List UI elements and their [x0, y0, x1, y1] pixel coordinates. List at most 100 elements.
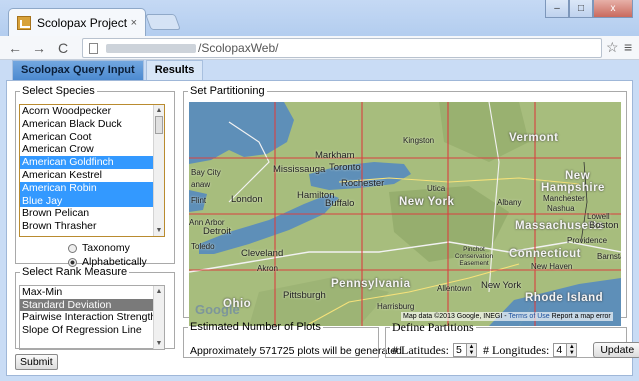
- map-label: Mississauga: [273, 164, 326, 175]
- query-input-panel: Select Species Acorn Woodpecker American…: [6, 80, 639, 376]
- map-label: Kingston: [403, 136, 435, 145]
- set-partitioning-legend: Set Partitioning: [190, 85, 265, 97]
- species-item[interactable]: American Crow: [20, 143, 164, 156]
- map-label: London: [231, 194, 263, 205]
- sort-taxonomy-option[interactable]: Taxonomy: [68, 242, 130, 254]
- map-label: Providence: [567, 236, 608, 245]
- latitudes-stepper-arrows-icon[interactable]: ▲ ▼: [467, 343, 477, 357]
- species-scrollbar[interactable]: ▲ ▼: [153, 105, 164, 236]
- map-label: Boston: [589, 220, 619, 231]
- map-label: Utica: [427, 184, 446, 193]
- tab-results[interactable]: Results: [145, 60, 204, 80]
- page-icon: [89, 42, 98, 54]
- select-species-group: Select Species Acorn Woodpecker American…: [15, 85, 175, 268]
- map-label: Markham: [315, 150, 355, 161]
- browser-tab[interactable]: Scolopax Project ×: [8, 8, 146, 36]
- longitudes-value[interactable]: 4: [553, 343, 568, 357]
- estimated-plots-text: Approximately 571725 plots will be gener…: [190, 345, 402, 357]
- map-label: Akron: [257, 264, 278, 273]
- map-label: Hampshire: [541, 182, 605, 194]
- species-item[interactable]: American Robin: [20, 181, 164, 195]
- taxonomy-radio[interactable]: [68, 243, 77, 253]
- map-label: Buffalo: [325, 198, 355, 209]
- bookmark-star-icon[interactable]: ☆: [606, 39, 619, 56]
- terms-of-use-link[interactable]: Terms of Use: [508, 313, 549, 320]
- reload-icon[interactable]: C: [54, 39, 72, 57]
- minimize-button[interactable]: –: [545, 0, 569, 18]
- browser-toolbar: ← → C /ScolopaxWeb/ ☆ ≡: [0, 36, 639, 60]
- map-label: Flint: [191, 196, 207, 205]
- map-label: Bay City: [191, 168, 221, 177]
- tab-query-input[interactable]: Scolopax Query Input: [12, 60, 144, 80]
- address-path: /ScolopaxWeb/: [198, 41, 279, 55]
- taxonomy-label: Taxonomy: [82, 242, 130, 254]
- species-item[interactable]: American Coot: [20, 131, 164, 144]
- attribution-text: Map data ©2013 Google, INEGI -: [403, 313, 509, 320]
- map-label: Rochester: [341, 178, 385, 189]
- menu-icon[interactable]: ≡: [624, 39, 632, 55]
- map-label: Manchester: [543, 194, 585, 203]
- back-arrow-icon[interactable]: ←: [6, 39, 24, 57]
- select-species-legend: Select Species: [22, 85, 95, 97]
- scroll-up-icon[interactable]: ▲: [154, 286, 164, 297]
- scroll-down-icon[interactable]: ▼: [154, 338, 164, 349]
- map-label: Albany: [497, 198, 522, 207]
- longitudes-stepper[interactable]: 4 ▲ ▼: [553, 343, 578, 357]
- species-item[interactable]: Acorn Woodpecker: [20, 105, 164, 118]
- update-button[interactable]: Update: [593, 342, 639, 358]
- map-label: New Haven: [531, 262, 573, 271]
- rank-item[interactable]: Slope Of Regression Line: [20, 324, 164, 337]
- species-item[interactable]: American Kestrel: [20, 169, 164, 182]
- map-label: Pinchot Conservation Easement: [454, 246, 494, 267]
- map-label: Barnstab: [597, 252, 621, 261]
- define-partitions-legend: Define Partitions: [392, 320, 474, 334]
- map-label: Rhode Island: [525, 292, 604, 304]
- scroll-thumb[interactable]: [155, 116, 163, 134]
- map-label: New York: [399, 196, 455, 208]
- new-tab-button[interactable]: [145, 14, 181, 30]
- rank-item[interactable]: Max-Min: [20, 286, 164, 299]
- map-label: Pennsylvania: [331, 278, 411, 290]
- rank-item[interactable]: Pairwise Interaction Strength: [20, 311, 164, 324]
- map-label: Toledo: [191, 242, 215, 251]
- close-tab-icon[interactable]: ×: [131, 17, 137, 29]
- window-controls: – □ x: [545, 0, 633, 18]
- set-partitioning-group: Set Partitioning Kingston Vermont Markha…: [183, 85, 627, 326]
- map-label: Harrisburg: [377, 302, 415, 311]
- species-item[interactable]: American Black Duck: [20, 118, 164, 131]
- report-map-error-link[interactable]: Report a map error: [552, 313, 611, 320]
- map-label: Pittsburgh: [283, 290, 326, 301]
- select-rank-measure-group: Select Rank Measure Max-Min Standard Dev…: [15, 267, 175, 350]
- window-close-button[interactable]: x: [593, 0, 633, 18]
- map-label: Detroit: [203, 226, 231, 237]
- scroll-up-icon[interactable]: ▲: [154, 105, 164, 116]
- map-label: New York: [481, 280, 522, 291]
- define-partitions-group: Define Partitions # Latitudes: 5 ▲ ▼ # Lo…: [385, 320, 639, 358]
- redacted-host: [106, 43, 196, 53]
- species-item[interactable]: Brown Pelican: [20, 207, 164, 220]
- latitudes-stepper[interactable]: 5 ▲ ▼: [453, 343, 477, 357]
- submit-button[interactable]: Submit: [15, 354, 58, 370]
- species-listbox[interactable]: Acorn Woodpecker American Black Duck Ame…: [19, 104, 165, 237]
- maximize-button[interactable]: □: [569, 0, 593, 18]
- partition-map[interactable]: Kingston Vermont Markham Mississauga Tor…: [189, 102, 621, 326]
- rank-item[interactable]: Standard Deviation: [20, 298, 164, 312]
- forward-arrow-icon[interactable]: →: [30, 39, 48, 57]
- map-label: Connecticut: [509, 248, 581, 260]
- address-bar[interactable]: /ScolopaxWeb/: [82, 38, 602, 58]
- browser-titlebar: Scolopax Project × – □ x: [0, 0, 639, 36]
- estimated-plots-legend: Estimated Number of Plots: [190, 321, 321, 333]
- map-label: New: [565, 170, 591, 182]
- rank-scrollbar[interactable]: ▲ ▼: [153, 286, 164, 349]
- browser-tab-title: Scolopax Project: [37, 15, 128, 30]
- species-item[interactable]: Brown Thrasher: [20, 220, 164, 233]
- rank-measure-listbox[interactable]: Max-Min Standard Deviation Pairwise Inte…: [19, 285, 165, 350]
- map-label: Vermont: [509, 132, 559, 144]
- longitudes-stepper-arrows-icon[interactable]: ▲ ▼: [567, 343, 578, 357]
- species-item[interactable]: Blue Jay: [20, 194, 164, 208]
- latitudes-value[interactable]: 5: [453, 343, 467, 357]
- scolopax-favicon-icon: [17, 15, 31, 30]
- scroll-down-icon[interactable]: ▼: [154, 225, 164, 236]
- map-label: Nashua: [547, 204, 575, 213]
- species-item[interactable]: American Goldfinch: [20, 156, 164, 169]
